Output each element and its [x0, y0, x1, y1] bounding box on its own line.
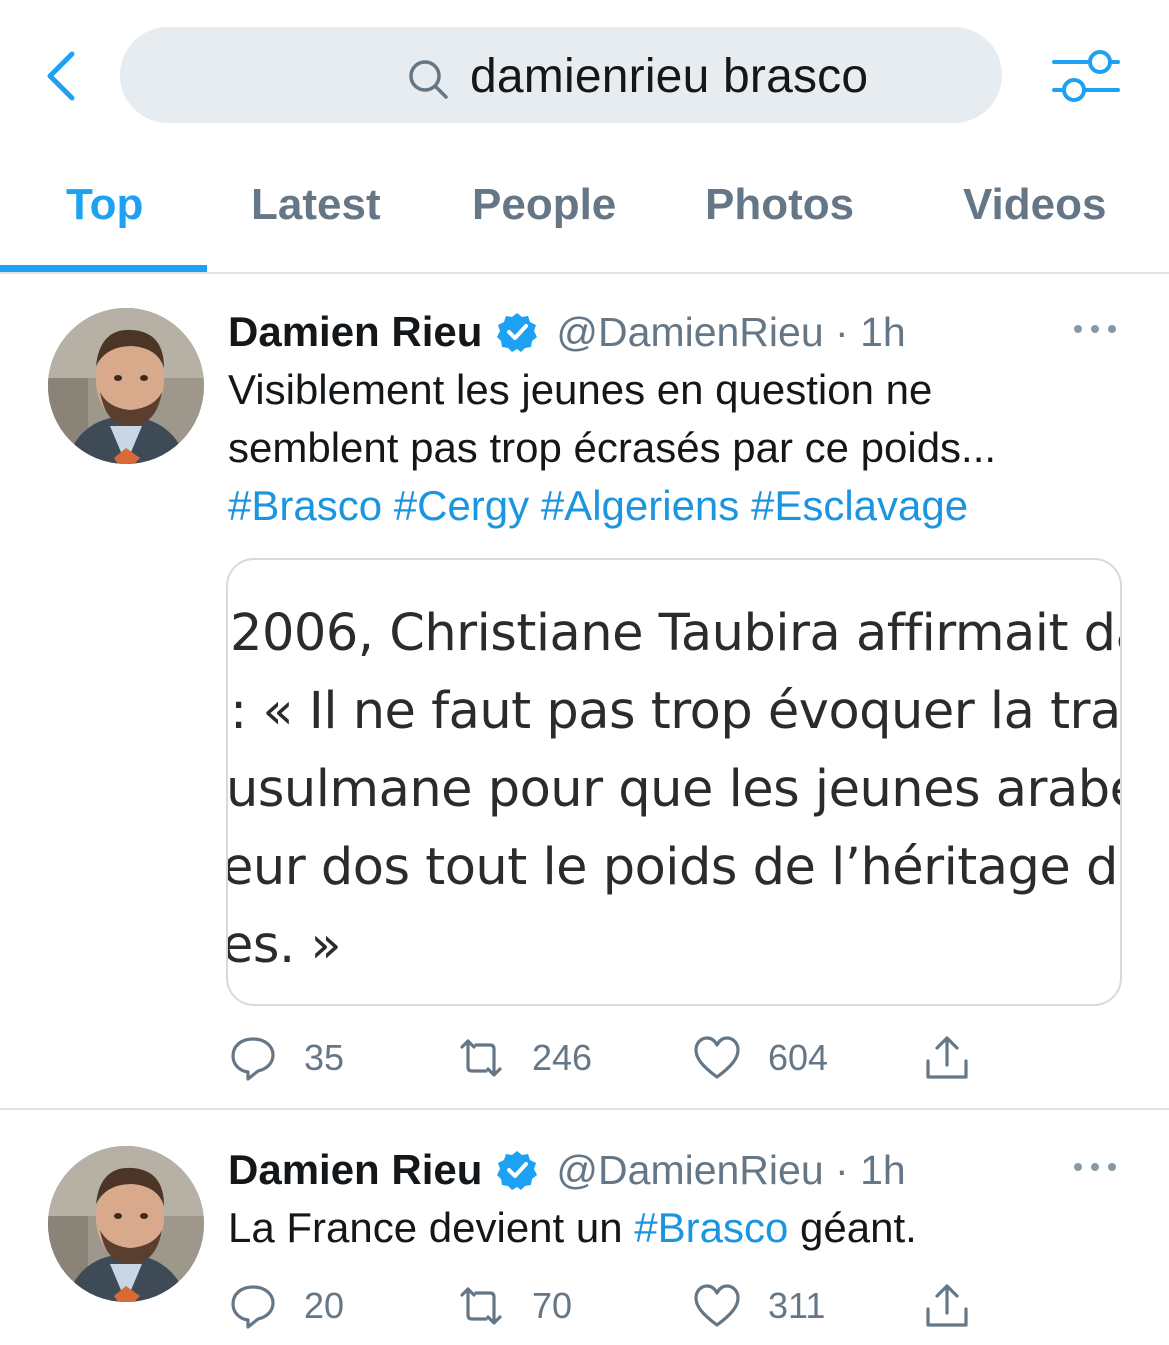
tab-latest[interactable]: Latest — [251, 180, 381, 230]
active-tab-indicator — [0, 265, 207, 272]
verified-badge-icon — [497, 313, 538, 352]
reply-button[interactable]: 35 — [228, 1028, 344, 1088]
retweet-count: 246 — [532, 1037, 593, 1078]
heart-icon — [694, 1036, 740, 1079]
tweet-text-segment: La France devient un — [228, 1204, 635, 1251]
media-text-line: 2006, Christiane Taubira affirmait dans — [230, 604, 1122, 663]
tweet[interactable]: Damien Rieu @DamienRieu · 1h La France d… — [0, 1112, 1169, 1345]
more-dots-icon — [1074, 1163, 1116, 1171]
avatar[interactable] — [48, 308, 204, 464]
chevron-left-icon — [47, 51, 75, 101]
avatar-image — [48, 1146, 204, 1302]
tweet-header: Damien Rieu @DamienRieu · 1h — [228, 1142, 906, 1198]
back-button[interactable] — [30, 44, 90, 108]
like-button[interactable]: 311 — [692, 1276, 825, 1336]
avatar[interactable] — [48, 1146, 204, 1302]
author-handle-time: @DamienRieu · 1h — [556, 308, 906, 355]
tab-people[interactable]: People — [472, 180, 616, 230]
tab-photos[interactable]: Photos — [705, 180, 854, 230]
tweet-text: Visiblement les jeunes en question ne se… — [228, 361, 996, 535]
retweet-icon — [460, 1039, 502, 1077]
reply-icon — [231, 1285, 275, 1329]
tweet-hashtags: #Brasco #Cergy #Algeriens #Esclavage — [228, 477, 996, 535]
hashtag-link[interactable]: #Esclavage — [751, 482, 968, 529]
search-icon — [409, 60, 448, 99]
author-name[interactable]: Damien Rieu — [228, 308, 482, 356]
like-button[interactable]: 604 — [692, 1028, 828, 1088]
share-button[interactable] — [922, 1276, 972, 1336]
media-text-line: eur dos tout le poids de l’héritage des … — [226, 838, 1120, 897]
tweet-text: La France devient un #Brasco géant. — [228, 1199, 917, 1257]
media-text-line: : « Il ne faut pas trop évoquer la trait… — [230, 682, 1121, 741]
search-query: damienrieu brasco — [470, 50, 869, 103]
author-name[interactable]: Damien Rieu — [228, 1146, 482, 1194]
like-count: 311 — [768, 1285, 826, 1326]
sliders-icon — [1052, 50, 1120, 102]
like-count: 604 — [768, 1037, 829, 1078]
verified-badge-icon — [497, 1151, 538, 1190]
tab-videos[interactable]: Videos — [963, 180, 1106, 230]
media-text-line: es. » — [226, 916, 342, 975]
share-icon — [926, 1036, 968, 1079]
author-handle-time: @DamienRieu · 1h — [556, 1146, 906, 1193]
media-text-line: usulmane pour que les jeunes arabes ne — [226, 760, 1120, 819]
hashtag-link[interactable]: #Cergy — [394, 482, 529, 529]
share-button[interactable] — [922, 1028, 972, 1088]
retweet-icon — [460, 1287, 502, 1325]
tweet-media-image[interactable]: 2006, Christiane Taubira affirmait dans … — [226, 558, 1122, 1006]
reply-count: 20 — [304, 1285, 345, 1326]
tweet-actions: 35 246 604 — [228, 1028, 1128, 1088]
tweet[interactable]: Damien Rieu @DamienRieu · 1h Visiblement… — [0, 274, 1169, 1110]
more-dots-icon — [1074, 325, 1116, 333]
reply-count: 35 — [304, 1037, 345, 1078]
reply-button[interactable]: 20 — [228, 1276, 344, 1336]
reply-icon — [231, 1037, 275, 1081]
avatar-image — [48, 308, 204, 464]
hashtag-link[interactable]: #Brasco — [228, 482, 382, 529]
tab-top[interactable]: Top — [66, 180, 143, 230]
tweet-text-line: semblent pas trop écrasés par ce poids..… — [228, 424, 997, 471]
retweet-button[interactable]: 70 — [456, 1276, 572, 1336]
tweet-header: Damien Rieu @DamienRieu · 1h — [228, 304, 906, 360]
heart-icon — [694, 1284, 740, 1327]
more-options-button[interactable] — [1070, 1152, 1120, 1182]
hashtag-link[interactable]: #Algeriens — [541, 482, 739, 529]
retweet-button[interactable]: 246 — [456, 1028, 592, 1088]
search-filter-button[interactable] — [1046, 42, 1126, 112]
share-icon — [926, 1284, 968, 1327]
tweet-text-line: Visiblement les jeunes en question ne — [228, 366, 933, 413]
retweet-count: 70 — [532, 1285, 573, 1326]
more-options-button[interactable] — [1070, 314, 1120, 344]
search-tabs: Top Latest People Photos Videos — [0, 150, 1169, 274]
search-input[interactable]: damienrieu brasco — [120, 27, 1002, 123]
tweet-actions: 20 70 311 — [228, 1276, 1128, 1336]
search-header: damienrieu brasco — [0, 0, 1169, 150]
tweet-text-segment: géant. — [788, 1204, 917, 1251]
hashtag-link[interactable]: #Brasco — [634, 1204, 788, 1251]
